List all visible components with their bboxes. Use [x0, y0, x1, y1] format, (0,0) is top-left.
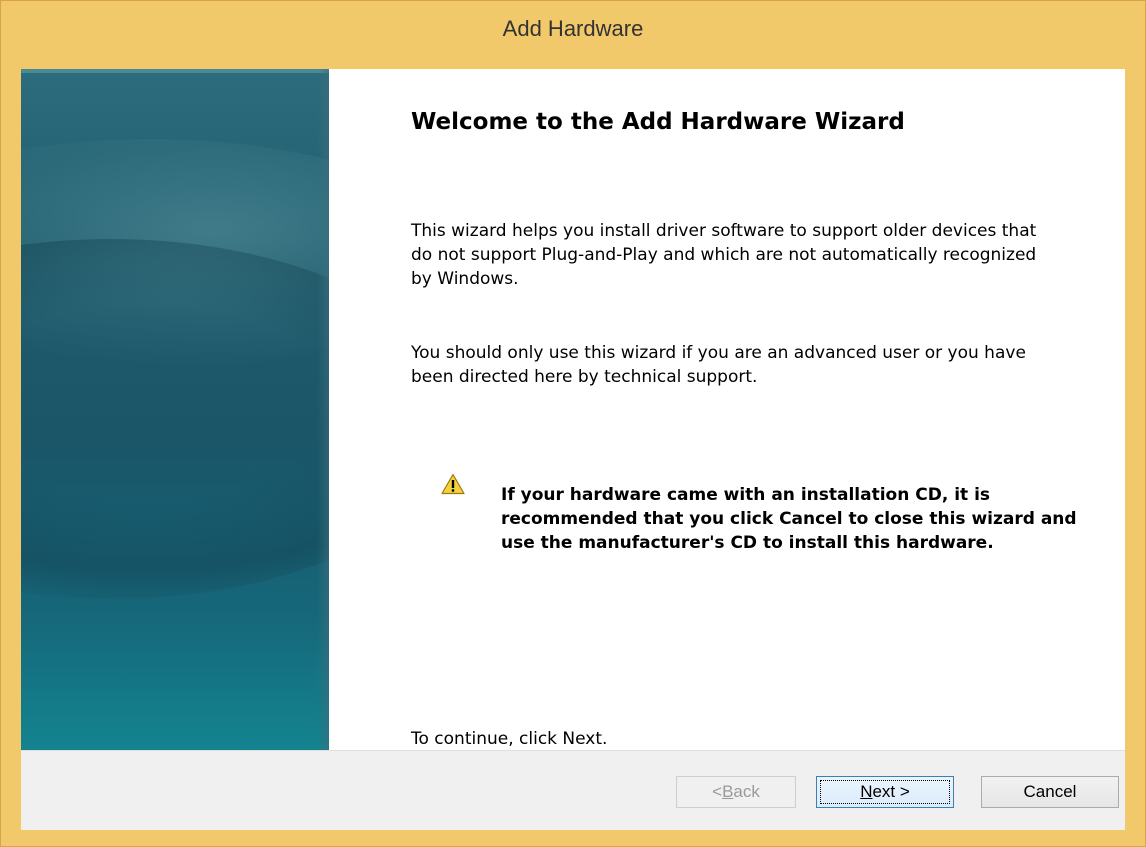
focus-rectangle [820, 780, 950, 804]
back-label-prefix: < [712, 782, 723, 801]
back-label-access-key: B [722, 782, 734, 801]
window-title: Add Hardware [502, 16, 644, 41]
warning-message: If your hardware came with an installati… [501, 485, 1077, 553]
back-button[interactable]: < Back [676, 776, 796, 808]
back-label-suffix: ack [733, 782, 760, 801]
title-bar[interactable]: Add Hardware [1, 1, 1145, 69]
advanced-user-paragraph: You should only use this wizard if you a… [411, 343, 1026, 387]
window-right-border [1125, 69, 1145, 829]
wizard-side-banner [21, 69, 329, 750]
banner-shadow [21, 239, 329, 599]
window-left-border [1, 69, 21, 829]
button-bar: < Back Next > Cancel [21, 750, 1125, 830]
wizard-window: Add Hardware Welcome to the Add Hardware… [0, 0, 1146, 847]
banner-edge-shade [317, 69, 329, 750]
banner-top-strip [21, 69, 329, 73]
wizard-content: Welcome to the Add Hardware Wizard This … [411, 69, 1111, 750]
continue-instruction: To continue, click Next. [411, 729, 608, 749]
wizard-client-area: Welcome to the Add Hardware Wizard This … [21, 69, 1125, 830]
warning-triangle-icon [441, 473, 465, 495]
wizard-heading: Welcome to the Add Hardware Wizard [411, 109, 905, 135]
window-bottom-border [1, 829, 1145, 846]
cancel-button[interactable]: Cancel [981, 776, 1119, 808]
next-button[interactable]: Next > [816, 776, 954, 808]
intro-paragraph: This wizard helps you install driver sof… [411, 221, 1037, 289]
